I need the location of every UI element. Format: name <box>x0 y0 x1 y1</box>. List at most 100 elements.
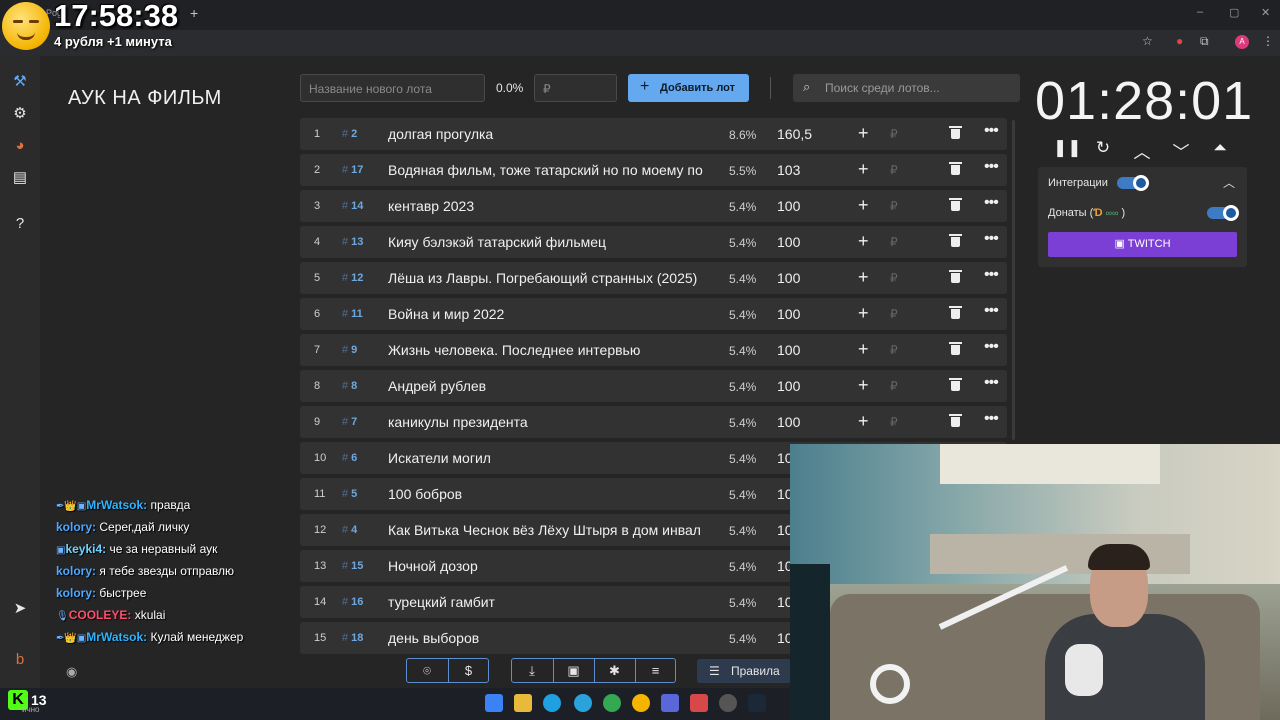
windows-start-icon[interactable] <box>485 694 503 712</box>
add-amount-icon[interactable]: + <box>858 339 869 360</box>
chevron-down-icon[interactable]: ﹀ <box>1170 138 1192 163</box>
lot-name[interactable]: кентавр 2023 <box>388 198 710 214</box>
rules-button[interactable]: ☰ Правила <box>697 659 791 683</box>
lot-id[interactable]: #17 <box>342 164 363 176</box>
chevron-up-icon[interactable]: ︿ <box>1131 138 1153 163</box>
delete-trash-icon[interactable] <box>949 198 962 211</box>
minimize-button[interactable]: – <box>1197 6 1203 18</box>
github-icon[interactable]: ⌾ <box>407 659 447 682</box>
lot-amount[interactable]: 100 <box>777 342 800 358</box>
lot-name[interactable]: Жизнь человека. Последнее интервью <box>388 342 710 358</box>
save-icon[interactable]: ▣ <box>553 659 593 682</box>
add-lot-button[interactable]: + Добавить лот <box>628 74 749 102</box>
lot-id[interactable]: #2 <box>342 128 357 140</box>
lot-id[interactable]: #18 <box>342 632 363 644</box>
eye-icon[interactable]: ◉ <box>66 664 77 680</box>
integrations-toggle[interactable] <box>1117 175 1149 191</box>
lot-id[interactable]: #7 <box>342 416 357 428</box>
donations-toggle[interactable] <box>1207 205 1239 221</box>
lot-name[interactable]: каникулы президента <box>388 414 710 430</box>
lot-name[interactable]: Война и мир 2022 <box>388 306 710 322</box>
add-amount-icon[interactable]: + <box>858 195 869 216</box>
lot-id[interactable]: #12 <box>342 272 363 284</box>
more-options-icon[interactable]: ••• <box>984 230 999 248</box>
lot-id[interactable]: #11 <box>342 308 363 320</box>
reset-icon[interactable]: ↻ <box>1092 138 1114 158</box>
obs-icon[interactable] <box>719 694 737 712</box>
maximize-button[interactable]: ▢ <box>1229 6 1239 19</box>
delete-trash-icon[interactable] <box>949 162 962 175</box>
delete-trash-icon[interactable] <box>949 126 962 139</box>
lot-amount[interactable]: 100 <box>777 198 800 214</box>
lot-id[interactable]: #5 <box>342 488 357 500</box>
close-window-button[interactable]: ✕ <box>1261 6 1270 19</box>
lot-amount[interactable]: 100 <box>777 378 800 394</box>
lot-name[interactable]: Как Витька Чеснок вёз Лёху Штыря в дом и… <box>388 522 710 538</box>
new-tab-button[interactable]: + <box>190 5 198 21</box>
lot-name[interactable]: Лёша из Лавры. Погребающий странных (202… <box>388 270 710 286</box>
lot-amount[interactable]: 103 <box>777 162 800 178</box>
chart-app-icon[interactable] <box>661 694 679 712</box>
lot-name[interactable]: Ночной дозор <box>388 558 710 574</box>
help-icon[interactable]: ? <box>10 214 30 234</box>
clear-list-icon[interactable]: ≡ <box>635 659 675 682</box>
wheel-pie-icon[interactable]: ◕ <box>10 136 30 156</box>
lot-id[interactable]: #9 <box>342 344 357 356</box>
add-amount-icon[interactable]: + <box>858 375 869 396</box>
bug-icon[interactable]: ✱ <box>594 659 634 682</box>
twitch-button[interactable]: ▣ TWITCH <box>1048 232 1237 257</box>
lot-name[interactable]: Водяная фильм, тоже татарский но по моем… <box>388 162 710 178</box>
delete-trash-icon[interactable] <box>949 378 962 391</box>
edge-icon[interactable] <box>543 694 561 712</box>
lot-id[interactable]: #6 <box>342 452 357 464</box>
chrome-icon[interactable] <box>603 694 621 712</box>
app-icon[interactable] <box>632 694 650 712</box>
more-options-icon[interactable]: ••• <box>984 158 999 176</box>
add-amount-icon[interactable]: + <box>858 159 869 180</box>
lot-id[interactable]: #14 <box>342 200 363 212</box>
telegram-icon[interactable]: ➤ <box>10 599 30 619</box>
lot-amount[interactable]: 160,5 <box>777 126 812 142</box>
double-chevron-up-icon[interactable]: ⏶ <box>1209 138 1231 158</box>
boosty-icon[interactable]: b <box>10 650 30 670</box>
video-app-icon[interactable] <box>690 694 708 712</box>
lot-name[interactable]: Кияу бэлэкэй татарский фильмец <box>388 234 710 250</box>
lot-id[interactable]: #15 <box>342 560 363 572</box>
delete-trash-icon[interactable] <box>949 414 962 427</box>
delete-trash-icon[interactable] <box>949 306 962 319</box>
lot-name[interactable]: Искатели могил <box>388 450 710 466</box>
telegram-taskbar-icon[interactable] <box>574 694 592 712</box>
delete-trash-icon[interactable] <box>949 342 962 355</box>
lot-list-scrollbar[interactable] <box>1012 120 1015 440</box>
file-explorer-icon[interactable] <box>514 694 532 712</box>
bookmark-star-icon[interactable]: ☆ <box>1142 34 1153 48</box>
donate-dollar-icon[interactable]: $ <box>448 659 488 682</box>
lot-amount[interactable]: 100 <box>777 234 800 250</box>
lot-id[interactable]: #4 <box>342 524 357 536</box>
download-icon[interactable]: ⤓ <box>512 659 552 682</box>
lot-name[interactable]: 100 бобров <box>388 486 710 502</box>
more-options-icon[interactable]: ••• <box>984 374 999 392</box>
lot-id[interactable]: #8 <box>342 380 357 392</box>
lot-amount-input[interactable]: ₽ <box>534 74 617 102</box>
add-amount-icon[interactable]: + <box>858 411 869 432</box>
browser-address-bar[interactable] <box>0 30 1280 56</box>
add-amount-icon[interactable]: + <box>858 123 869 144</box>
lot-amount[interactable]: 100 <box>777 306 800 322</box>
more-options-icon[interactable]: ••• <box>984 338 999 356</box>
steam-icon[interactable] <box>748 694 766 712</box>
settings-gear-icon[interactable]: ⚙ <box>10 104 30 124</box>
lot-name[interactable]: турецкий гамбит <box>388 594 710 610</box>
lot-search-input[interactable]: ⌕ Поиск среди лотов... <box>793 74 1020 102</box>
lot-amount[interactable]: 100 <box>777 270 800 286</box>
lot-amount[interactable]: 100 <box>777 414 800 430</box>
add-amount-icon[interactable]: + <box>858 303 869 324</box>
add-amount-icon[interactable]: + <box>858 231 869 252</box>
extension-icon[interactable]: ● <box>1176 34 1183 48</box>
new-lot-name-input[interactable]: Название нового лота <box>300 74 485 102</box>
delete-trash-icon[interactable] <box>949 270 962 283</box>
more-options-icon[interactable]: ••• <box>984 410 999 428</box>
lot-name[interactable]: день выборов <box>388 630 710 646</box>
browser-menu-icon[interactable]: ⋮ <box>1262 34 1274 48</box>
lot-id[interactable]: #16 <box>342 596 363 608</box>
